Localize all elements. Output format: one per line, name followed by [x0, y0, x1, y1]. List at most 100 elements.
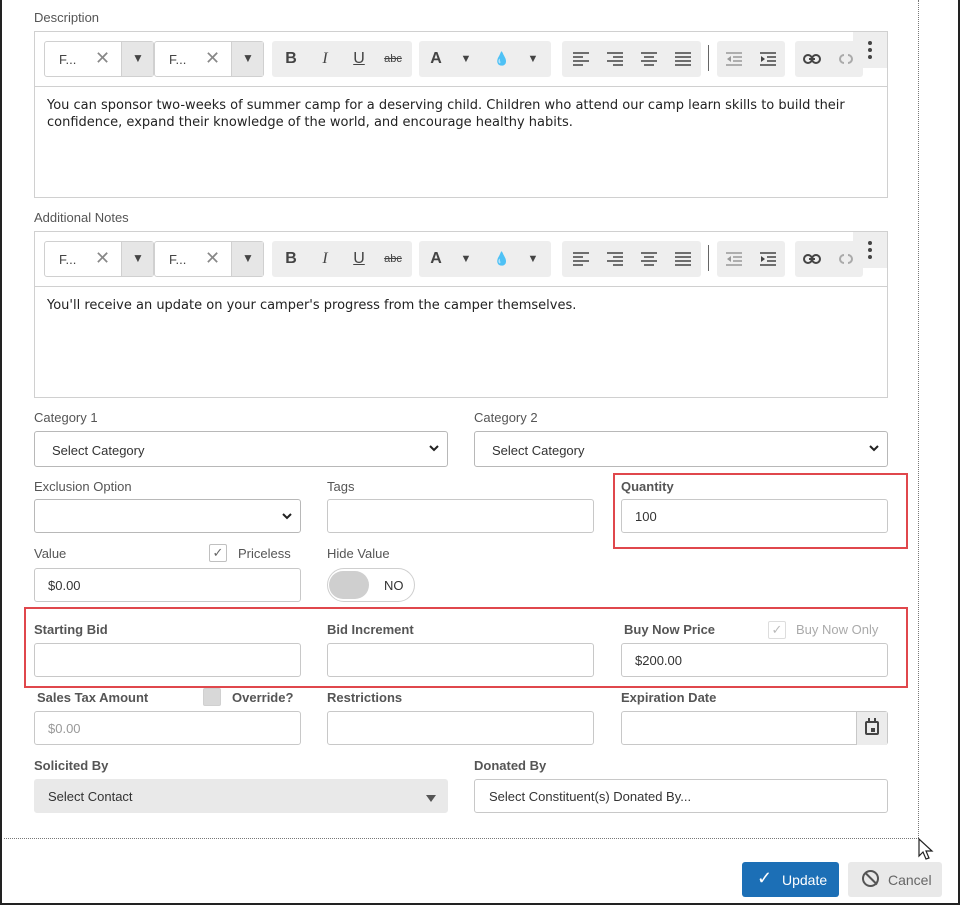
strikethrough-button[interactable]: abc [376, 241, 410, 277]
mouse-cursor-icon [918, 838, 934, 860]
highlight-box-quantity [613, 473, 908, 549]
align-group [562, 41, 701, 77]
indent-group [717, 41, 785, 77]
align-left-icon[interactable] [564, 41, 598, 77]
indent-group [717, 241, 785, 277]
font-family-select[interactable]: F... ✕ ▼ [44, 241, 154, 277]
clear-icon[interactable]: ✕ [205, 48, 220, 69]
description-text[interactable]: You can sponsor two-weeks of summer camp… [35, 86, 887, 141]
bold-button[interactable]: B [274, 41, 308, 77]
font-color-button[interactable]: A [419, 41, 453, 77]
clear-icon[interactable]: ✕ [95, 248, 110, 269]
priceless-checkbox[interactable]: ✓ [209, 544, 227, 562]
more-options-icon[interactable] [853, 232, 887, 268]
update-button[interactable]: ✓ Update [742, 862, 839, 897]
restrictions-input[interactable] [327, 711, 594, 745]
format-group: B I U abc [272, 41, 412, 77]
override-checkbox[interactable] [203, 688, 221, 706]
font-size-select[interactable]: F... ✕ ▼ [154, 241, 264, 277]
align-right-icon[interactable] [598, 241, 632, 277]
align-justify-icon[interactable] [666, 41, 700, 77]
font-family-dropdown[interactable]: ▼ [121, 242, 153, 276]
color-group: A ▼ 💧 ▼ [419, 241, 551, 277]
highlight-color-button[interactable]: 💧 [485, 241, 519, 277]
toggle-state: NO [384, 578, 404, 593]
value-input[interactable]: $0.00 [34, 568, 301, 602]
align-center-icon[interactable] [632, 241, 666, 277]
font-size-dropdown[interactable]: ▼ [231, 42, 263, 76]
category1-select[interactable]: Select Category [34, 431, 448, 467]
notes-editor[interactable]: F... ✕ ▼ F... ✕ ▼ B I U abc A ▼ 💧 ▼ You'… [34, 231, 888, 398]
indent-icon[interactable] [751, 41, 785, 77]
chevron-down-icon[interactable]: ▼ [516, 41, 550, 77]
category1-label: Category 1 [34, 410, 98, 425]
align-group [562, 241, 701, 277]
sales-tax-label: Sales Tax Amount [37, 690, 149, 705]
expiration-input[interactable] [621, 711, 888, 745]
underline-button[interactable]: U [342, 241, 376, 277]
calendar-icon[interactable] [856, 712, 887, 745]
align-right-icon[interactable] [598, 41, 632, 77]
outdent-icon[interactable] [717, 41, 751, 77]
description-editor[interactable]: F... ✕ ▼ F... ✕ ▼ B I U abc A ▼ 💧 ▼ You … [34, 31, 888, 198]
hide-value-toggle[interactable]: NO [327, 568, 415, 602]
priceless-label: Priceless [238, 546, 291, 561]
italic-button[interactable]: I [308, 241, 342, 277]
chevron-down-icon [282, 509, 292, 523]
solicited-by-select[interactable]: Select Contact [34, 779, 448, 813]
tags-input[interactable] [327, 499, 594, 533]
donated-by-input[interactable]: Select Constituent(s) Donated By... [474, 779, 888, 813]
italic-button[interactable]: I [308, 41, 342, 77]
color-group: A ▼ 💧 ▼ [419, 41, 551, 77]
exclusion-label: Exclusion Option [34, 479, 132, 494]
notes-toolbar: F... ✕ ▼ F... ✕ ▼ B I U abc A ▼ 💧 ▼ [35, 232, 887, 286]
clear-icon[interactable]: ✕ [95, 48, 110, 69]
solicited-by-value: Select Contact [48, 789, 133, 804]
strikethrough-button[interactable]: abc [376, 41, 410, 77]
value-label: Value [34, 546, 67, 561]
highlight-box-bidding [24, 607, 908, 688]
clear-icon[interactable]: ✕ [205, 248, 220, 269]
toolbar-divider [708, 45, 709, 71]
chevron-down-icon[interactable]: ▼ [449, 241, 483, 277]
update-button-label: Update [782, 872, 828, 888]
font-family-dropdown[interactable]: ▼ [121, 42, 153, 76]
highlight-color-button[interactable]: 💧 [485, 41, 519, 77]
category2-value: Select Category [492, 443, 585, 458]
cancel-button-label: Cancel [888, 872, 932, 888]
outdent-icon[interactable] [717, 241, 751, 277]
font-size-value: F... [169, 52, 187, 67]
font-size-dropdown[interactable]: ▼ [231, 242, 263, 276]
bold-button[interactable]: B [274, 241, 308, 277]
font-color-button[interactable]: A [419, 241, 453, 277]
category2-select[interactable]: Select Category [474, 431, 888, 467]
chevron-down-icon: ▼ [242, 251, 254, 265]
indent-icon[interactable] [751, 241, 785, 277]
font-size-select[interactable]: F... ✕ ▼ [154, 41, 264, 77]
link-icon[interactable] [795, 241, 829, 277]
font-family-select[interactable]: F... ✕ ▼ [44, 41, 154, 77]
toggle-knob [329, 571, 369, 599]
align-left-icon[interactable] [564, 241, 598, 277]
link-icon[interactable] [795, 41, 829, 77]
font-family-value: F... [59, 52, 77, 67]
underline-button[interactable]: U [342, 41, 376, 77]
chevron-down-icon: ▼ [132, 51, 144, 65]
more-options-icon[interactable] [853, 32, 887, 68]
panel-edge [4, 838, 919, 839]
description-toolbar: F... ✕ ▼ F... ✕ ▼ B I U abc A ▼ 💧 ▼ [35, 32, 887, 86]
chevron-down-icon[interactable]: ▼ [516, 241, 550, 277]
cancel-button[interactable]: Cancel [848, 862, 942, 897]
exclusion-select[interactable] [34, 499, 301, 533]
align-justify-icon[interactable] [666, 241, 700, 277]
notes-text[interactable]: You'll receive an update on your camper'… [35, 286, 887, 324]
font-family-value: F... [59, 252, 77, 267]
format-group: B I U abc [272, 241, 412, 277]
category2-label: Category 2 [474, 410, 538, 425]
chevron-down-icon[interactable]: ▼ [449, 41, 483, 77]
chevron-down-icon: ▼ [132, 251, 144, 265]
sales-tax-input[interactable]: $0.00 [34, 711, 301, 745]
align-center-icon[interactable] [632, 41, 666, 77]
panel-edge [918, 0, 919, 838]
hide-value-label: Hide Value [327, 546, 390, 561]
